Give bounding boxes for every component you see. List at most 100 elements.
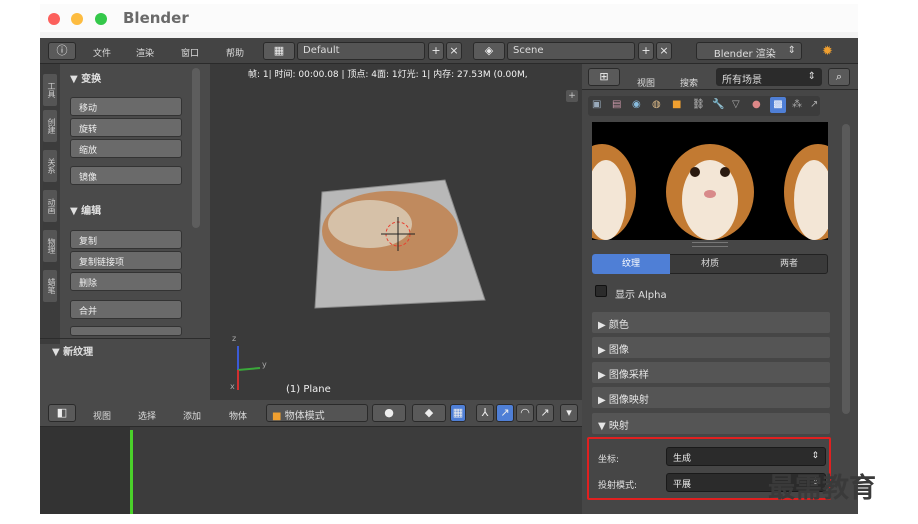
center-pig-right-eye	[720, 167, 730, 177]
image-panel-header[interactable]: ▶ 图像	[592, 337, 830, 358]
rotate-manipulator-icon[interactable]: ◠	[516, 404, 534, 422]
tab-physics[interactable]: 物理	[43, 230, 57, 262]
show-alpha-checkbox[interactable]	[595, 285, 607, 297]
tab-relations[interactable]: 关系	[43, 150, 57, 182]
edit-panel-header[interactable]: ▼ 编辑	[70, 202, 101, 217]
tab-both[interactable]: 两者	[750, 254, 828, 274]
menu-view[interactable]: 视图	[93, 409, 111, 422]
translate-manipulator-icon[interactable]: ↗	[496, 404, 514, 422]
tab-create[interactable]: 创建	[43, 110, 57, 142]
render-layers-context-icon[interactable]: ▤	[612, 99, 621, 110]
preview-resize-handle[interactable]	[692, 242, 728, 247]
menu-help[interactable]: 帮助	[226, 46, 244, 59]
texture-highlight	[328, 200, 412, 248]
editor-type-info-button[interactable]: ⓘ	[48, 42, 76, 60]
duplicate-linked-button[interactable]: 复制链接项	[70, 251, 182, 270]
axis-y-line	[237, 367, 261, 371]
tab-texture[interactable]: 纹理	[592, 254, 670, 274]
transform-panel-header[interactable]: ▼ 变换	[70, 70, 101, 85]
menu-properties-view[interactable]: 视图	[637, 76, 655, 89]
menu-select[interactable]: 选择	[138, 409, 156, 422]
tab-tools[interactable]: 工具	[43, 74, 57, 106]
scene-context-icon[interactable]: ◉	[632, 99, 641, 110]
mirror-button[interactable]: 镜像	[70, 166, 182, 185]
viewport-shading-icon[interactable]: ●	[372, 404, 406, 422]
mapping-panel-header[interactable]: ▼ 映射	[592, 413, 830, 434]
menu-render[interactable]: 渲染	[136, 46, 154, 59]
pivot-point-icon[interactable]: ◆	[412, 404, 446, 422]
menu-window[interactable]: 窗口	[181, 46, 199, 59]
show-alpha-label: 显示 Alpha	[615, 290, 667, 301]
axis-x-label: x	[230, 382, 235, 391]
image-sampling-panel-header[interactable]: ▶ 图像采样	[592, 362, 830, 383]
coordinates-value: 生成	[673, 454, 692, 464]
remove-scene-icon[interactable]: ×	[656, 42, 672, 60]
panel-divider	[40, 338, 210, 339]
add-layout-icon[interactable]: +	[428, 42, 444, 60]
render-context-icon[interactable]: ▣	[592, 99, 601, 110]
colors-panel-header[interactable]: ▶ 颜色	[592, 312, 830, 333]
material-context-icon[interactable]: ●	[752, 99, 761, 110]
scene-icon[interactable]: ◈	[473, 42, 505, 60]
scene-filter-label: 所有场景	[722, 75, 762, 86]
constraints-context-icon[interactable]: ⛓	[692, 99, 705, 110]
screen-layout-field[interactable]: Default	[297, 42, 425, 60]
rotate-button[interactable]: 旋转	[70, 118, 182, 137]
image-mapping-panel-header[interactable]: ▶ 图像映射	[592, 387, 830, 408]
axis-y-label: y	[262, 360, 267, 369]
world-context-icon[interactable]: ◍	[652, 99, 661, 110]
physics-context-icon[interactable]: ↗	[810, 99, 818, 110]
coordinates-label: 坐标:	[598, 455, 620, 465]
3d-viewport[interactable]: z y x (1) Plane +	[210, 64, 582, 400]
coordinates-select[interactable]: 生成 ⇕	[666, 447, 826, 466]
info-header: ⓘ 文件 渲染 窗口 帮助 ▦ Default + × ◈ Scene + × …	[40, 38, 858, 64]
delete-button[interactable]: 删除	[70, 272, 182, 291]
object-context-icon[interactable]: ■	[672, 99, 681, 110]
scene-filter-select[interactable]: 所有场景 ⇕	[716, 68, 822, 86]
editor-type-timeline-button[interactable]: ◧	[48, 404, 76, 422]
tab-animation[interactable]: 动画	[43, 190, 57, 222]
menu-add[interactable]: 添加	[183, 409, 201, 422]
object-mode-select[interactable]: ■ 物体模式	[266, 404, 368, 422]
current-frame-indicator[interactable]	[130, 430, 133, 514]
scene-field[interactable]: Scene	[507, 42, 635, 60]
render-engine-label: Blender 渲染	[713, 49, 776, 60]
properties-scrollbar[interactable]	[842, 124, 850, 414]
add-scene-icon[interactable]: +	[638, 42, 654, 60]
menu-file[interactable]: 文件	[93, 46, 111, 59]
tool-shelf-scrollbar[interactable]	[192, 68, 200, 228]
join-button[interactable]: 合并	[70, 300, 182, 319]
properties-toggle-icon[interactable]: +	[566, 90, 578, 102]
menu-object[interactable]: 物体	[229, 409, 247, 422]
center-pig-left-eye	[690, 167, 700, 177]
minimize-window-button[interactable]	[71, 13, 83, 25]
modifiers-context-icon[interactable]: 🔧	[712, 99, 724, 110]
render-engine-select[interactable]: Blender 渲染 ⇕	[696, 42, 802, 60]
transform-orientation-icon[interactable]: ▾	[560, 404, 578, 422]
remove-layout-icon[interactable]: ×	[446, 42, 462, 60]
scale-button[interactable]: 缩放	[70, 139, 182, 158]
close-window-button[interactable]	[48, 13, 60, 25]
editor-type-properties-button[interactable]: ⊞	[588, 68, 620, 86]
texture-context-icon[interactable]: ▩	[770, 97, 786, 113]
search-icon[interactable]: ⌕	[828, 68, 850, 86]
screen-layout-icon[interactable]: ▦	[263, 42, 295, 60]
partial-button[interactable]	[70, 326, 182, 336]
timeline-header: ◧ 视图 选择 添加 物体 ■ 物体模式 ● ◆ ▦ ⅄ ↗ ◠ ↗ ▾	[40, 400, 582, 427]
manipulator-icon[interactable]: ⅄	[476, 404, 494, 422]
tab-grease-pencil[interactable]: 蜡笔	[43, 270, 57, 302]
blender-logo-icon: ✹	[822, 44, 833, 59]
timeline-preroll	[40, 427, 130, 514]
move-button[interactable]: 移动	[70, 97, 182, 116]
data-context-icon[interactable]: ▽	[732, 99, 740, 110]
watermark: 最需教育	[768, 473, 876, 504]
scale-manipulator-icon[interactable]: ↗	[536, 404, 554, 422]
viewport-canvas	[237, 179, 486, 390]
particles-context-icon[interactable]: ⁂	[792, 99, 802, 110]
duplicate-button[interactable]: 复制	[70, 230, 182, 249]
tab-material[interactable]: 材质	[671, 254, 749, 274]
layer-icon[interactable]: ▦	[450, 404, 466, 422]
maximize-window-button[interactable]	[95, 13, 107, 25]
new-texture-panel-header[interactable]: ▼ 新纹理	[52, 343, 93, 358]
blender-window: Blender ⓘ 文件 渲染 窗口 帮助 ▦ Default + × ◈ Sc…	[40, 4, 858, 514]
